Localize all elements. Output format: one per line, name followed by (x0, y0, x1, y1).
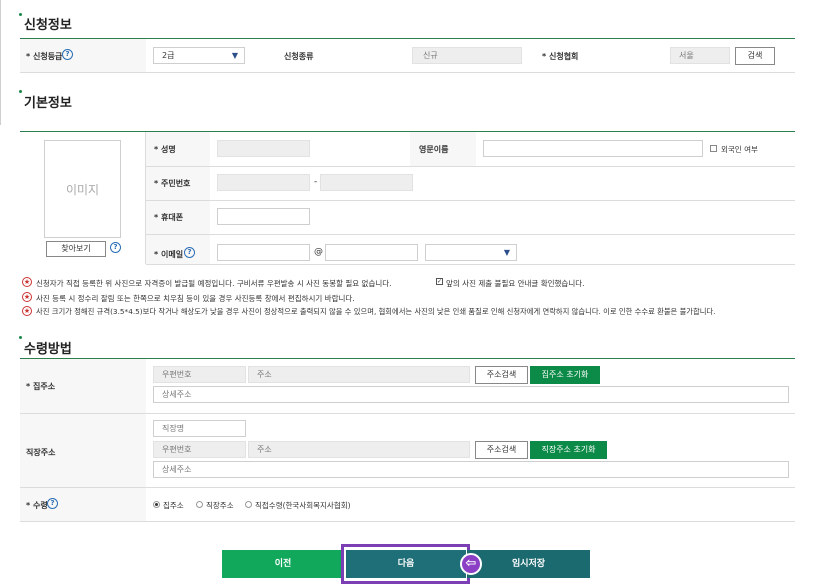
email-help-icon[interactable]: ? (184, 247, 195, 258)
work-address-reset-button[interactable]: 직장주소 초기화 (530, 441, 607, 459)
chevron-down-icon: ▼ (231, 51, 238, 60)
work-address-label: 직장주소 (26, 448, 56, 457)
work-address-search-button[interactable]: 주소검색 (475, 441, 528, 459)
receipt-label: * 수령 (26, 501, 48, 510)
home-address-label: * 집주소 (26, 382, 56, 391)
work-address-placeholder: 주소 (257, 445, 272, 454)
email-id-input[interactable] (217, 244, 310, 261)
prev-button[interactable]: 이전 (222, 550, 344, 578)
work-postcode-placeholder: 우편번호 (162, 445, 192, 454)
email-domain-select[interactable]: ▼ (425, 244, 517, 261)
home-address-search-button[interactable]: 주소검색 (475, 366, 528, 384)
grade-label: * 신청등급 (26, 52, 63, 61)
receipt-option-row (20, 488, 795, 522)
row-divider (146, 264, 795, 265)
notice-2: 사진 등록 시 정수리 잘림 또는 한쪽으로 치우침 등이 있을 경우 사진등록… (36, 294, 355, 303)
photo-confirm-label: 앞의 사진 제출 불필요 안내글 확인했습니다. (446, 279, 585, 288)
home-address: 주소 (248, 366, 470, 383)
resident-no-dash: - (314, 177, 318, 187)
radio-home-label: 집주소 (163, 501, 184, 510)
association-label: * 신청협회 (542, 52, 579, 61)
receipt-help-icon[interactable]: ? (47, 498, 58, 509)
foreigner-label: 외국인 여부 (721, 145, 758, 154)
association-value: 서울 (679, 51, 694, 60)
notice-3: 사진 크기가 정해진 규격(3.5*4.5)보다 작거나 해상도가 낮을 경우 … (36, 307, 716, 316)
type-field: 신규 (412, 47, 522, 64)
work-postcode: 우편번호 (153, 441, 246, 458)
notice-icon: ★ (22, 306, 32, 316)
section-title-application: 신청정보 (24, 18, 72, 33)
notice-1: 신청자가 직접 등록한 위 사진으로 자격증이 발급될 예정입니다. 구비서류 … (36, 279, 392, 288)
work-detail-placeholder: 상세주소 (162, 465, 192, 474)
radio-direct-label: 직접수령(한국사회복지사협회) (255, 501, 351, 510)
radio-direct[interactable] (245, 501, 252, 508)
email-at-sign: @ (314, 247, 323, 257)
radio-work-label: 직장주소 (206, 501, 234, 510)
type-value: 신규 (423, 51, 438, 60)
row-divider (146, 166, 795, 167)
association-field: 서울 (670, 47, 730, 64)
browse-photo-button[interactable]: 찾아보기 (46, 241, 106, 257)
next-button[interactable]: 다음 (346, 550, 466, 578)
radio-home[interactable] (153, 501, 160, 508)
phone-label: * 휴대폰 (154, 213, 184, 222)
row-divider (146, 234, 795, 235)
resident-no-back (320, 174, 413, 191)
home-postcode: 우편번호 (153, 366, 246, 383)
workplace-input[interactable]: 직장명 (153, 420, 246, 437)
phone-input[interactable] (217, 208, 310, 225)
notice-icon: ★ (22, 292, 32, 302)
chevron-down-icon: ▼ (503, 248, 510, 257)
resident-no-label: * 주민번호 (154, 179, 191, 188)
grade-help-icon[interactable]: ? (62, 49, 73, 60)
email-label: * 이메일 (154, 250, 184, 259)
temp-save-button[interactable]: 임시저장 (467, 550, 590, 578)
english-name-label: 영문이름 (419, 145, 449, 154)
resident-no-front (217, 174, 310, 191)
english-name-input[interactable] (483, 140, 703, 157)
photo-placeholder-text: 이미지 (65, 183, 100, 197)
work-address: 주소 (248, 441, 470, 458)
home-address-placeholder: 주소 (257, 370, 272, 379)
radio-work[interactable] (196, 501, 203, 508)
home-postcode-placeholder: 우편번호 (162, 370, 192, 379)
home-detail-placeholder: 상세주소 (162, 390, 192, 399)
grade-select[interactable]: 2급 ▼ (153, 47, 245, 64)
pointer-arrow-icon: ⇦ (460, 553, 482, 575)
workplace-placeholder: 직장명 (162, 424, 185, 433)
association-search-button[interactable]: 검색 (735, 47, 775, 65)
section-title-basic: 기본정보 (24, 96, 72, 111)
name-input (217, 140, 310, 157)
section-title-receipt: 수령방법 (24, 342, 72, 357)
type-label: 신청종류 (284, 52, 314, 61)
section-bullet (19, 13, 22, 16)
row-divider (146, 200, 795, 201)
home-detail-address[interactable]: 상세주소 (153, 386, 789, 403)
email-domain-input[interactable] (325, 244, 418, 261)
notice-icon: ★ (22, 277, 32, 287)
left-edge-border (0, 0, 1, 125)
photo-confirm-checkbox[interactable]: ✓ (436, 278, 443, 285)
name-label: * 성명 (154, 145, 176, 154)
work-detail-address[interactable]: 상세주소 (153, 461, 789, 478)
grade-value: 2급 (162, 51, 175, 60)
foreigner-checkbox[interactable] (710, 145, 717, 152)
home-address-reset-button[interactable]: 집주소 초기화 (530, 366, 600, 384)
section-bullet (19, 336, 22, 339)
photo-help-icon[interactable]: ? (110, 242, 121, 253)
section-bullet (19, 90, 22, 93)
